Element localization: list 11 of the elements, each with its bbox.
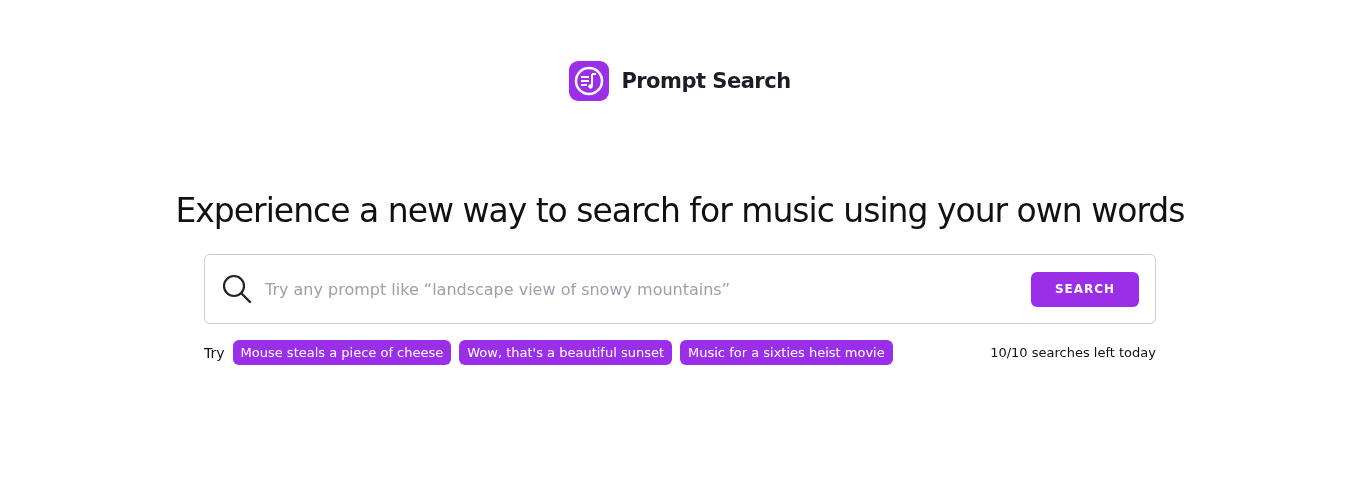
suggestion-chip[interactable]: Wow, that's a beautiful sunset	[459, 340, 673, 365]
headline: Experience a new way to search for music using your own words	[175, 191, 1185, 230]
search-button[interactable]: SEARCH	[1031, 271, 1139, 307]
suggestion-chip[interactable]: Mouse steals a piece of cheese	[232, 340, 452, 365]
suggestion-chip[interactable]: Music for a sixties heist movie	[680, 340, 893, 365]
searches-left-text: 10/10 searches left today	[990, 345, 1156, 360]
search-field[interactable]: Try any prompt like “landscape view of snowy mountains” SEARCH	[204, 254, 1156, 324]
try-label: Try	[204, 344, 225, 361]
music-note-logo-icon	[569, 61, 610, 101]
app-title: Prompt Search	[621, 69, 791, 93]
search-icon	[221, 273, 253, 305]
